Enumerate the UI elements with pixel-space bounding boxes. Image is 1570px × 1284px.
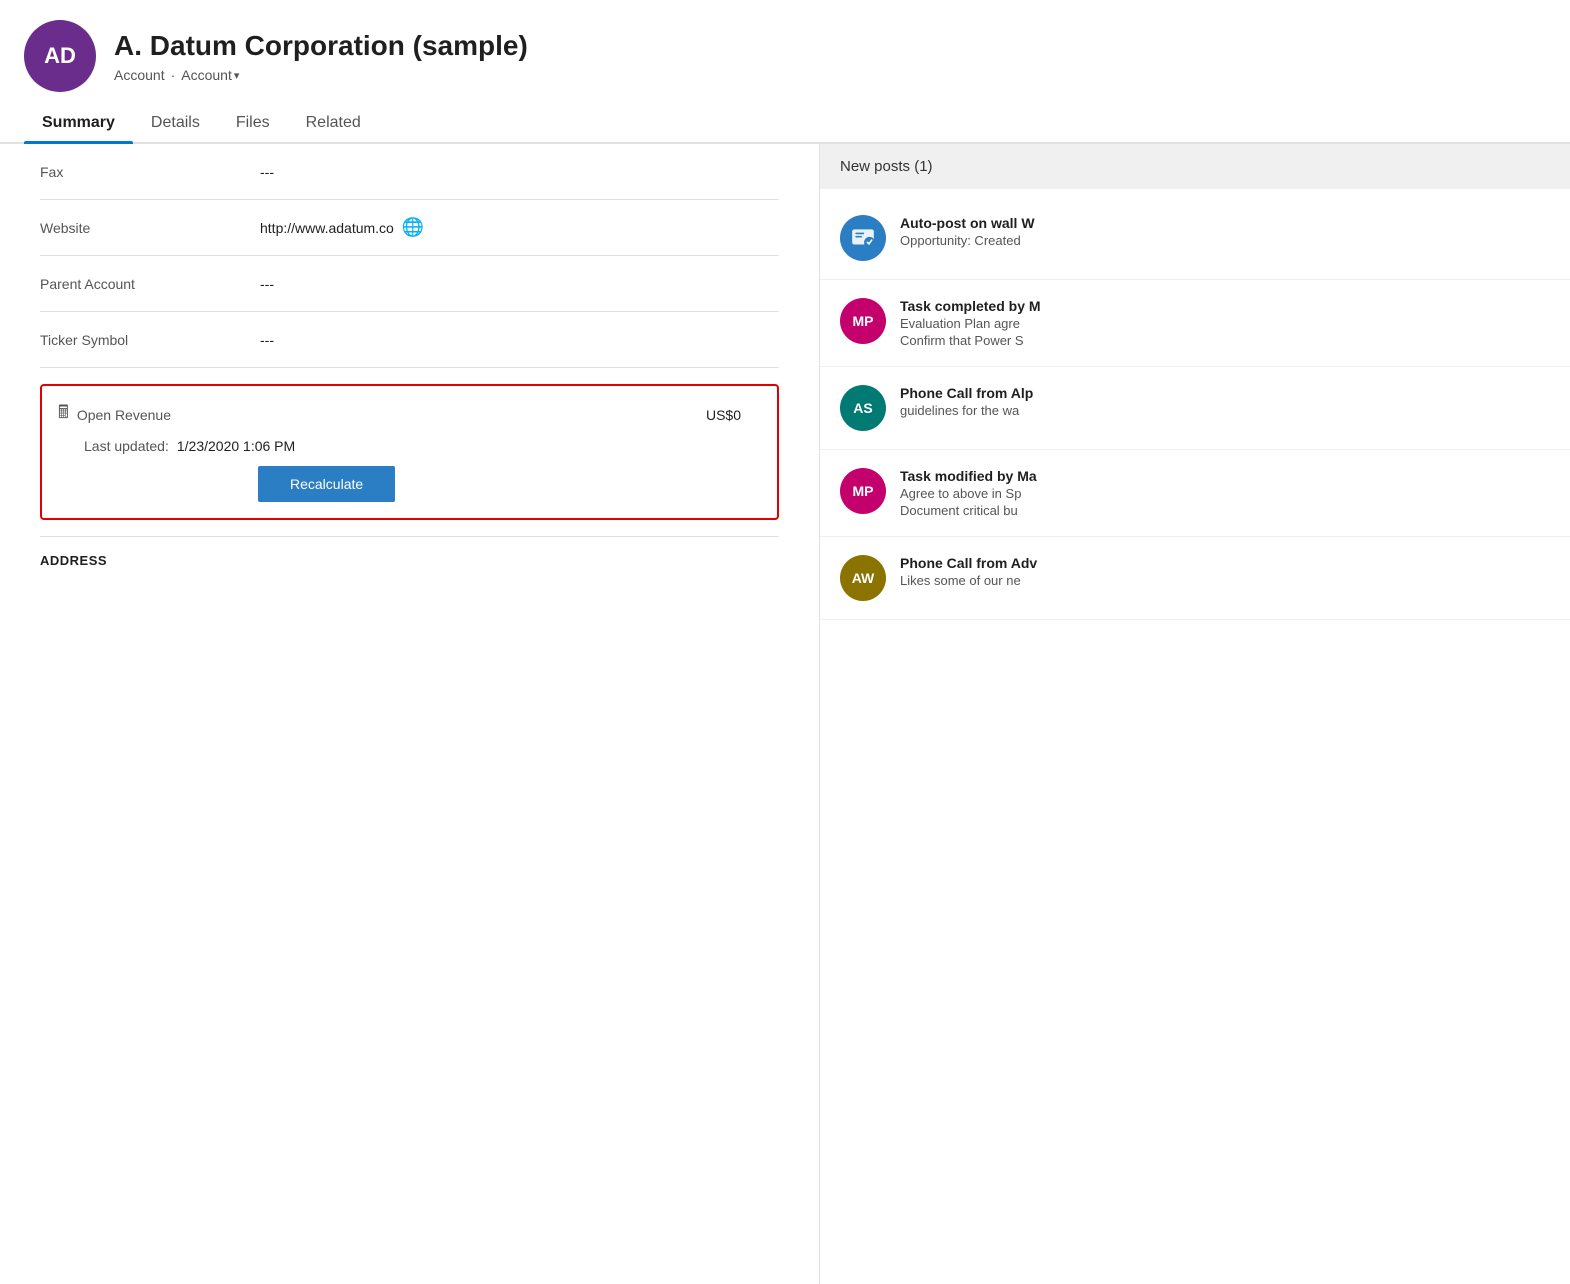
activity-sub-1: guidelines for the wa bbox=[900, 403, 1550, 418]
page-header: AD A. Datum Corporation (sample) Account… bbox=[0, 0, 1570, 104]
avatar: AW bbox=[840, 555, 886, 601]
form-section: Fax --- Website http://www.adatum.co 🌐 P… bbox=[0, 144, 819, 520]
auto-post-avatar bbox=[840, 215, 886, 261]
website-row: Website http://www.adatum.co 🌐 bbox=[40, 200, 779, 256]
website-link[interactable]: http://www.adatum.co bbox=[260, 220, 394, 236]
ticker-symbol-value: --- bbox=[260, 332, 779, 348]
avatar: AS bbox=[840, 385, 886, 431]
chevron-down-icon: ▾ bbox=[234, 69, 240, 82]
address-section: ADDRESS bbox=[0, 536, 819, 580]
tab-details[interactable]: Details bbox=[133, 104, 218, 142]
activity-content: Phone Call from Alp guidelines for the w… bbox=[900, 385, 1550, 418]
fax-label: Fax bbox=[40, 164, 260, 180]
activity-sub-1: Evaluation Plan agre bbox=[900, 316, 1550, 331]
activity-content: Auto-post on wall W Opportunity: Created bbox=[900, 215, 1550, 248]
address-section-header: ADDRESS bbox=[40, 536, 779, 580]
avatar: MP bbox=[840, 298, 886, 344]
activity-sub-1: Likes some of our ne bbox=[900, 573, 1550, 588]
last-updated-row: Last updated: 1/23/2020 1:06 PM bbox=[84, 438, 761, 454]
list-item: AW Phone Call from Adv Likes some of our… bbox=[820, 537, 1570, 620]
activity-sub-2: Document critical bu bbox=[900, 503, 1550, 518]
breadcrumb-account: Account bbox=[114, 67, 165, 83]
activity-sub-1: Agree to above in Sp bbox=[900, 486, 1550, 501]
entity-subtitle: Account · Account ▾ bbox=[114, 67, 528, 83]
left-panel: Fax --- Website http://www.adatum.co 🌐 P… bbox=[0, 144, 820, 1284]
tab-summary[interactable]: Summary bbox=[24, 104, 133, 142]
activity-title: Phone Call from Alp bbox=[900, 385, 1550, 401]
ticker-symbol-row: Ticker Symbol --- bbox=[40, 312, 779, 368]
activity-content: Phone Call from Adv Likes some of our ne bbox=[900, 555, 1550, 588]
last-updated-value: 1/23/2020 1:06 PM bbox=[177, 438, 295, 454]
open-revenue-row: 🖩 Open Revenue US$0 bbox=[58, 400, 761, 430]
entity-title: A. Datum Corporation (sample) bbox=[114, 29, 528, 63]
list-item: Auto-post on wall W Opportunity: Created bbox=[820, 197, 1570, 280]
tab-files[interactable]: Files bbox=[218, 104, 288, 142]
last-updated-label: Last updated: bbox=[84, 438, 169, 454]
website-label: Website bbox=[40, 220, 260, 236]
recalculate-button[interactable]: Recalculate bbox=[258, 466, 395, 502]
ticker-symbol-label: Ticker Symbol bbox=[40, 332, 260, 348]
activity-content: Task modified by Ma Agree to above in Sp… bbox=[900, 468, 1550, 518]
activity-title: Task modified by Ma bbox=[900, 468, 1550, 484]
revenue-calculator-icon: 🖩 bbox=[58, 400, 69, 430]
breadcrumb-dot: · bbox=[171, 67, 176, 83]
fax-value: --- bbox=[260, 164, 779, 180]
list-item: MP Task modified by Ma Agree to above in… bbox=[820, 450, 1570, 537]
activity-sub-2: Confirm that Power S bbox=[900, 333, 1550, 348]
avatar: AD bbox=[24, 20, 96, 92]
tab-related[interactable]: Related bbox=[288, 104, 379, 142]
open-revenue-value: US$0 bbox=[706, 407, 761, 423]
open-revenue-box: 🖩 Open Revenue US$0 Last updated: 1/23/2… bbox=[40, 384, 779, 520]
main-content: Fax --- Website http://www.adatum.co 🌐 P… bbox=[0, 144, 1570, 1284]
list-item: AS Phone Call from Alp guidelines for th… bbox=[820, 367, 1570, 450]
activity-title: Auto-post on wall W bbox=[900, 215, 1550, 231]
activity-sub-1: Opportunity: Created bbox=[900, 233, 1550, 248]
globe-icon: 🌐 bbox=[402, 217, 424, 238]
activity-list: Auto-post on wall W Opportunity: Created… bbox=[820, 189, 1570, 628]
new-posts-bar: New posts (1) bbox=[820, 144, 1570, 189]
activity-content: Task completed by M Evaluation Plan agre… bbox=[900, 298, 1550, 348]
avatar: MP bbox=[840, 468, 886, 514]
account-type-dropdown[interactable]: Account ▾ bbox=[181, 67, 239, 83]
header-title-block: A. Datum Corporation (sample) Account · … bbox=[114, 29, 528, 83]
parent-account-label: Parent Account bbox=[40, 276, 260, 292]
activity-title: Task completed by M bbox=[900, 298, 1550, 314]
right-panel: New posts (1) Auto-post on bbox=[820, 144, 1570, 1284]
open-revenue-label: Open Revenue bbox=[77, 407, 171, 423]
activity-title: Phone Call from Adv bbox=[900, 555, 1550, 571]
tabs-bar: Summary Details Files Related bbox=[0, 104, 1570, 144]
parent-account-value: --- bbox=[260, 276, 779, 292]
list-item: MP Task completed by M Evaluation Plan a… bbox=[820, 280, 1570, 367]
parent-account-row: Parent Account --- bbox=[40, 256, 779, 312]
website-value: http://www.adatum.co 🌐 bbox=[260, 217, 779, 238]
fax-row: Fax --- bbox=[40, 144, 779, 200]
